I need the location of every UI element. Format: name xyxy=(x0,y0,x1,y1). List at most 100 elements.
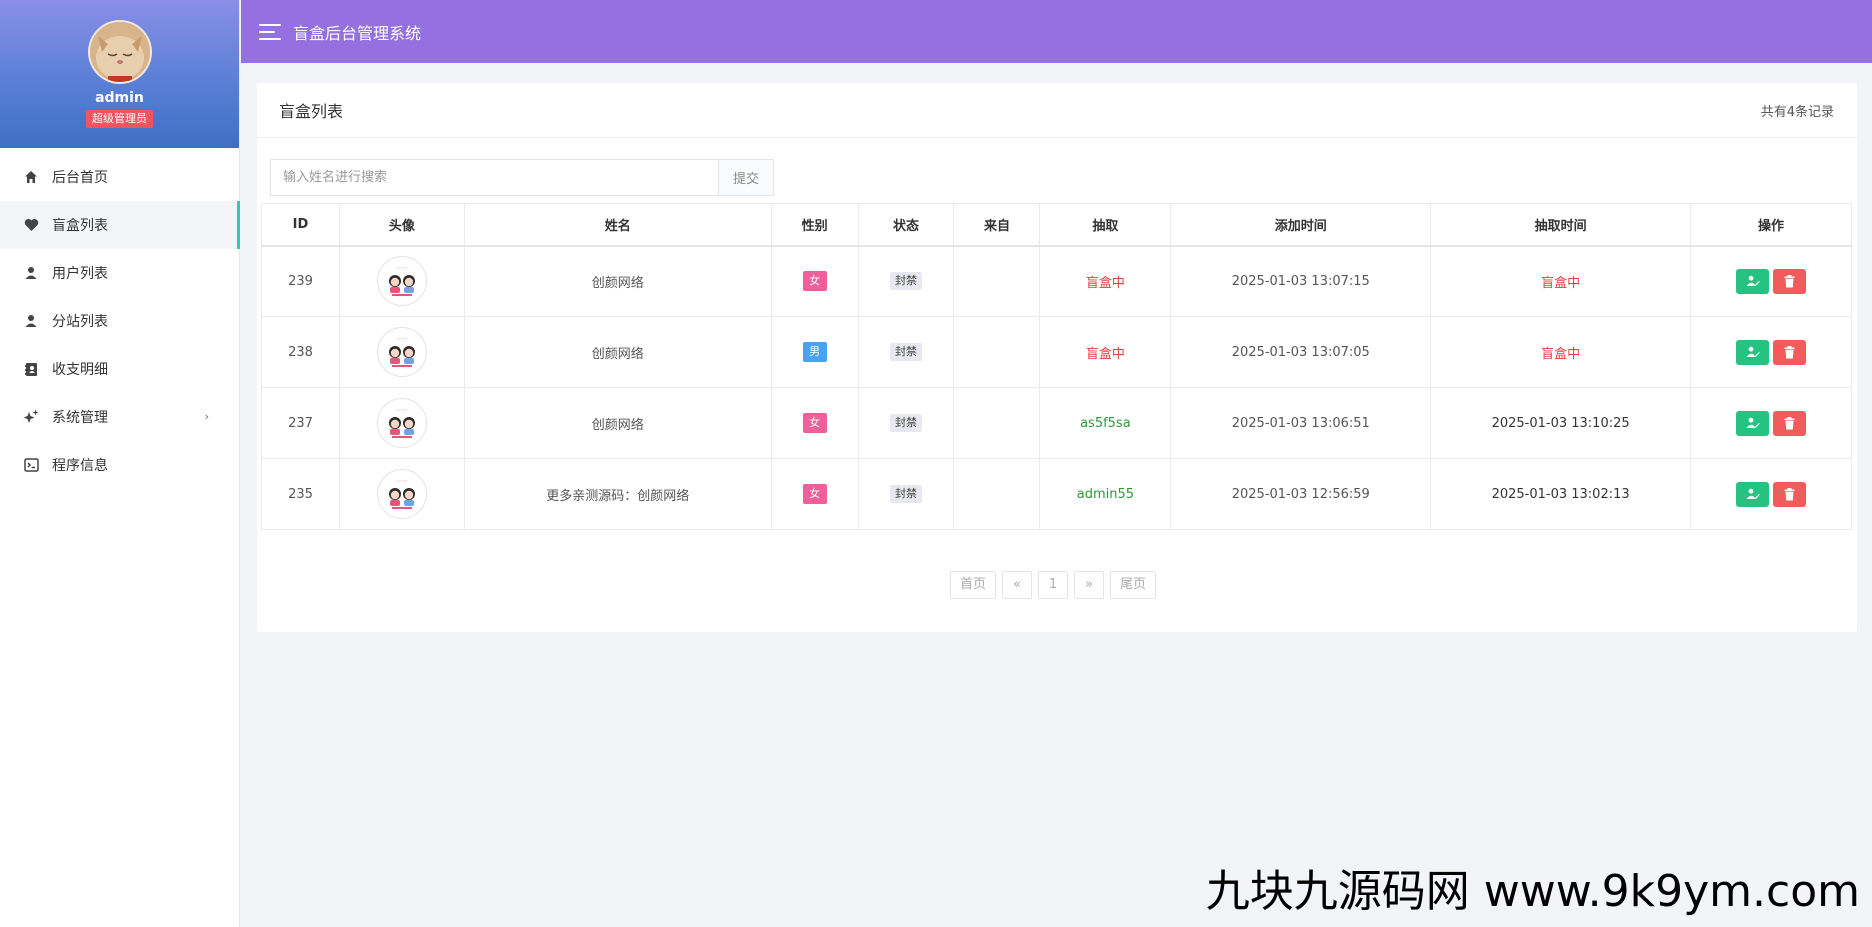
table-row: 239 ♡♡♡ 创颜网络 女 封禁 盲盒中 2025-01-03 13:07:15 盲盒中 xyxy=(261,245,1852,317)
cell-added-time: 2025-01-03 12:56:59 xyxy=(1170,458,1432,530)
cell-draw: 盲盒中 xyxy=(1039,316,1172,388)
user-edit-icon xyxy=(1746,488,1760,499)
sidebar-nav: 后台首页 盲盒列表 用户列表 分站列表 收支明细 系统管理 › 程序信息 xyxy=(0,148,240,489)
column-header-actions: 操作 xyxy=(1690,203,1852,247)
edit-button[interactable] xyxy=(1736,339,1769,365)
cell-id: 238 xyxy=(261,316,340,388)
user-edit-icon xyxy=(1746,417,1760,428)
cell-added-time: 2025-01-03 13:06:51 xyxy=(1170,387,1432,459)
svg-text:♡♡♡: ♡♡♡ xyxy=(397,266,408,271)
sidebar-item-substation-list[interactable]: 分站列表 xyxy=(0,297,239,345)
cell-draw: 盲盒中 xyxy=(1039,245,1172,317)
column-header-name: 姓名 xyxy=(463,203,772,247)
trash-icon xyxy=(1784,487,1795,500)
next-page-button[interactable]: » xyxy=(1074,571,1104,599)
ledger-icon xyxy=(22,360,40,378)
cell-name: 创颜网络 xyxy=(463,245,772,317)
prev-page-button[interactable]: « xyxy=(1002,571,1032,599)
card-title: 盲盒列表 xyxy=(279,102,344,121)
hamburger-menu-icon[interactable] xyxy=(259,23,281,40)
cell-avatar: ♡♡♡ xyxy=(338,245,465,317)
cell-id: 235 xyxy=(261,458,340,530)
cell-name: 更多亲测源码：创颜网络 xyxy=(463,458,772,530)
edit-button[interactable] xyxy=(1736,481,1769,507)
record-count: 共有4条记录 xyxy=(1760,104,1834,120)
sidebar-item-home[interactable]: 后台首页 xyxy=(0,153,239,201)
column-header-draw: 抽取 xyxy=(1039,203,1172,247)
cell-actions xyxy=(1690,387,1852,459)
cell-actions xyxy=(1690,316,1852,388)
cell-name: 创颜网络 xyxy=(463,387,772,459)
user-edit-icon xyxy=(1746,276,1760,287)
home-icon xyxy=(22,168,40,186)
svg-text:♡♡♡: ♡♡♡ xyxy=(397,479,408,484)
sidebar-item-ledger[interactable]: 收支明细 xyxy=(0,345,239,393)
table-row: 235 ♡♡♡ 更多亲测源码：创颜网络 女 封禁 admin55 2025-01-03 12… xyxy=(261,458,1852,530)
profile-panel: admin 超级管理员 xyxy=(0,0,239,148)
watermark-text: 九块九源码网 www.9k9ym.com xyxy=(1205,866,1860,917)
search-input[interactable] xyxy=(270,159,718,196)
sidebar-item-blindbox-list[interactable]: 盲盒列表 xyxy=(0,201,240,249)
row-avatar-image[interactable]: ♡♡♡ xyxy=(376,256,427,307)
svg-text:♡♡♡: ♡♡♡ xyxy=(397,408,408,413)
sidebar-item-user-list[interactable]: 用户列表 xyxy=(0,249,239,297)
edit-button[interactable] xyxy=(1736,410,1769,436)
profile-avatar[interactable] xyxy=(87,20,152,84)
sex-badge: 女 xyxy=(802,484,827,504)
sidebar-item-label: 后台首页 xyxy=(52,170,108,186)
heart-icon xyxy=(22,216,40,234)
row-avatar-image[interactable]: ♡♡♡ xyxy=(376,327,427,377)
status-badge[interactable]: 封禁 xyxy=(890,343,923,361)
top-bar: 盲盒后台管理系统 xyxy=(241,0,1872,63)
trash-icon xyxy=(1784,345,1795,358)
cell-name: 创颜网络 xyxy=(463,316,772,388)
sidebar-item-label: 程序信息 xyxy=(52,458,108,474)
sidebar-item-label: 系统管理 xyxy=(52,410,108,426)
table-body: 239 ♡♡♡ 创颜网络女封禁 盲盒中 2025-01-03 13:07:15 盲盒中 23… xyxy=(261,245,1852,530)
submit-button[interactable]: 提交 xyxy=(718,159,774,196)
edit-button[interactable] xyxy=(1736,268,1769,294)
blindbox-list-card: 盲盒列表 共有4条记录 提交 ID 头像 姓名 性别 状态 来自 抽取 添加时间… xyxy=(257,83,1857,632)
cell-draw: as5f5sa xyxy=(1039,387,1172,459)
status-badge[interactable]: 封禁 xyxy=(890,485,923,503)
sex-badge: 男 xyxy=(802,342,827,362)
search-bar: 提交 xyxy=(270,159,774,196)
column-header-id[interactable]: ID xyxy=(261,203,340,247)
cell-sex: 女 xyxy=(770,387,859,459)
pagination: 首页 « 1 » 尾页 xyxy=(950,571,1156,599)
cell-added-time: 2025-01-03 13:07:05 xyxy=(1170,316,1432,388)
user-icon xyxy=(22,312,40,330)
row-avatar-image[interactable]: ♡♡♡ xyxy=(376,469,427,519)
trash-icon xyxy=(1784,274,1795,288)
status-badge[interactable]: 封禁 xyxy=(890,414,923,432)
delete-button[interactable] xyxy=(1773,268,1806,294)
cell-avatar: ♡♡♡ xyxy=(338,316,465,388)
blindbox-table: ID 头像 姓名 性别 状态 来自 抽取 添加时间 抽取时间 操作 239 ♡♡♡… xyxy=(261,203,1852,530)
delete-button[interactable] xyxy=(1773,339,1806,365)
last-page-button[interactable]: 尾页 xyxy=(1110,571,1156,599)
terminal-icon xyxy=(22,456,40,474)
role-badge: 超级管理员 xyxy=(86,110,153,128)
column-header-draw-time: 抽取时间 xyxy=(1430,203,1692,247)
cell-status: 封禁 xyxy=(857,387,955,459)
sidebar-item-program-info[interactable]: 程序信息 xyxy=(0,441,239,489)
sidebar-item-label: 收支明细 xyxy=(52,362,108,378)
column-header-from: 来自 xyxy=(953,203,1041,247)
trash-icon xyxy=(1784,416,1795,429)
user-edit-icon xyxy=(1746,346,1760,357)
cell-from xyxy=(953,458,1041,530)
status-badge[interactable]: 封禁 xyxy=(890,272,923,291)
sidebar: admin 超级管理员 后台首页 盲盒列表 用户列表 分站列表 收支明细 系统管… xyxy=(0,0,240,927)
first-page-button[interactable]: 首页 xyxy=(950,571,996,599)
cell-draw-time: 2025-01-03 13:10:25 xyxy=(1430,387,1692,459)
row-avatar-image[interactable]: ♡♡♡ xyxy=(376,398,427,448)
delete-button[interactable] xyxy=(1773,410,1806,436)
cell-from xyxy=(953,387,1041,459)
sidebar-item-label: 用户列表 xyxy=(52,266,108,282)
table-row: 237 ♡♡♡ 创颜网络 女 封禁 as5f5sa 2025-01-03 13:06:51 2… xyxy=(261,387,1852,459)
page-number-button[interactable]: 1 xyxy=(1038,571,1068,599)
app-title: 盲盒后台管理系统 xyxy=(293,23,422,43)
delete-button[interactable] xyxy=(1773,481,1806,507)
sidebar-item-system[interactable]: 系统管理 › xyxy=(0,393,239,441)
cell-actions xyxy=(1690,458,1852,530)
